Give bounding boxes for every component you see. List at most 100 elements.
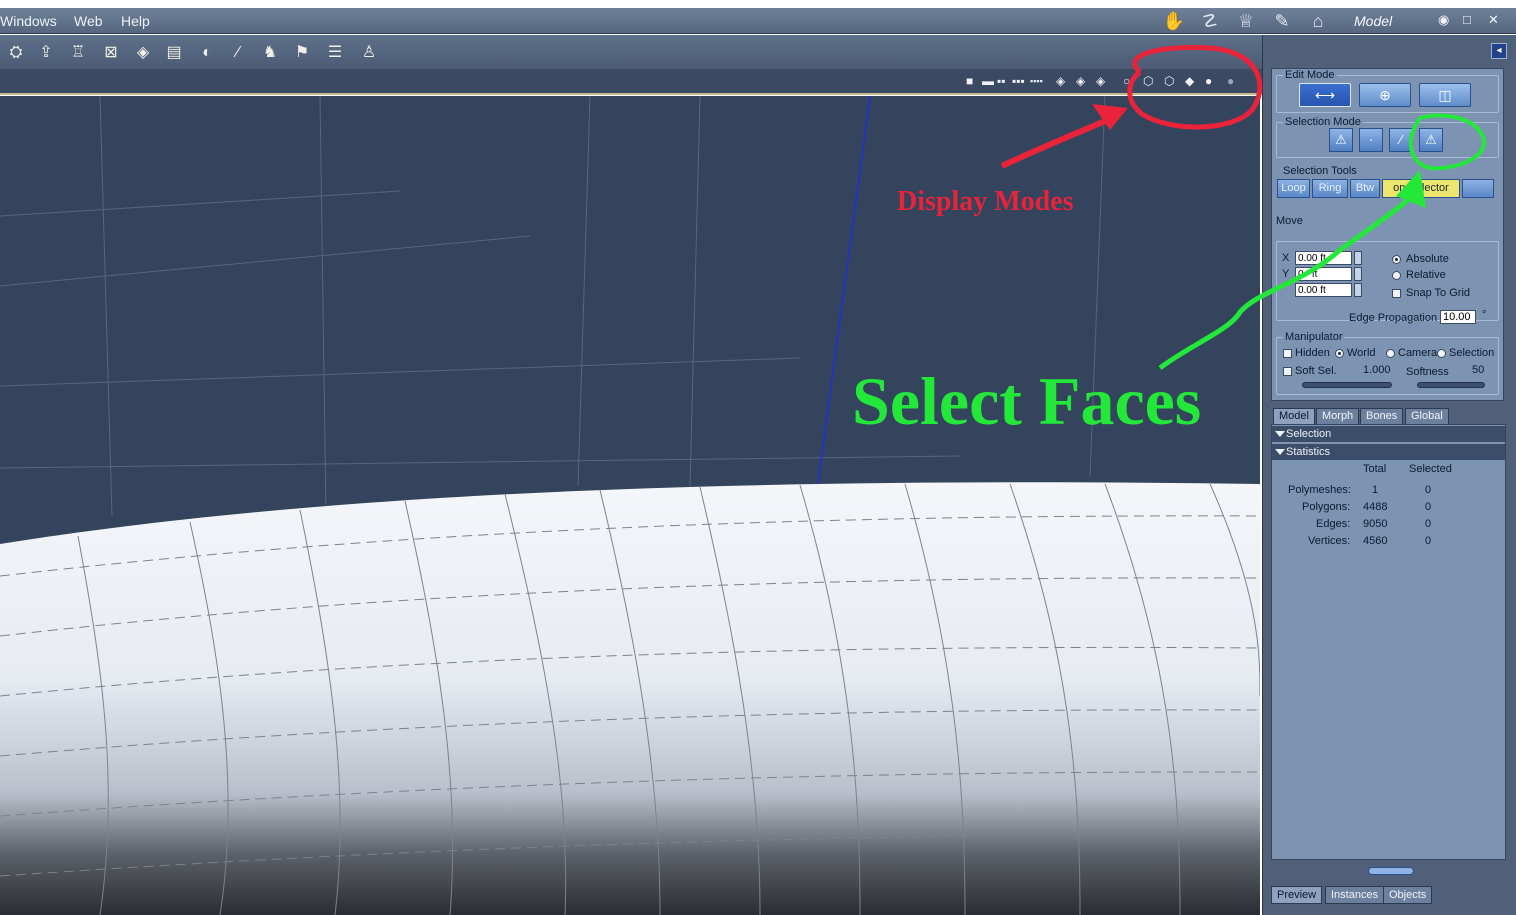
menu-web[interactable]: Web [74,13,103,29]
absolute-label: Absolute [1406,253,1449,265]
select-faces-button[interactable]: ⚠ [1419,128,1443,152]
selected-column-header: Selected [1409,463,1452,475]
edit-mode-sculpt-button[interactable]: ◫ [1419,83,1471,107]
viewport-toolbar: ■ ▬ ▪▪ ▪▪▪ ▪▪▪▪ ◈ ◈ ◈ ○ ⬡ ⬡ ◆ ● ● [0,69,1262,95]
x-field[interactable] [1295,251,1352,265]
soft-selection-slider[interactable] [1302,382,1392,388]
eye-icon[interactable]: ◉ [1438,12,1449,28]
world-radio[interactable] [1335,349,1344,358]
hidden-checkbox[interactable] [1283,349,1292,358]
arrow-icon[interactable]: ⇪ [34,42,58,64]
relative-radio[interactable] [1392,271,1401,280]
select-points-button[interactable]: · [1359,128,1383,152]
edit-mode-move-button[interactable]: ⟷ [1299,83,1351,107]
select-edges-button[interactable]: ∕ [1389,128,1413,152]
display-silhouette-icon[interactable]: ○ [1123,75,1130,88]
select-vertices-button[interactable]: ⚠ [1329,128,1353,152]
layout-three-icon[interactable]: ▪▪▪ [1012,75,1025,88]
brush-icon[interactable]: ⁄ [226,42,250,64]
display-smooth-icon[interactable]: ● [1205,75,1212,88]
tab-bones[interactable]: Bones [1360,408,1404,424]
shade-mode-2-icon[interactable]: ◈ [1076,75,1085,88]
edge-propagation-field[interactable] [1440,310,1476,324]
edge-propagation-label: Edge Propagation [1349,312,1438,324]
figure-icon[interactable]: ♞ [258,42,282,64]
soft-selection-checkbox[interactable] [1283,367,1292,376]
selection-section[interactable]: Selection [1272,426,1505,442]
edges-label: Edges: [1316,518,1351,530]
right-panel: ◂ Edit Mode ⟷ ⊕ ◫ Selection Mode ⚠ · ∕ ⚠… [1262,35,1516,915]
box-icon[interactable]: ⊠ [99,42,123,64]
display-texture-icon[interactable]: ● [1227,75,1234,88]
tab-model[interactable]: Model [1273,408,1315,424]
selection-radio[interactable] [1437,349,1446,358]
pose-icon[interactable]: ⚑ [290,42,314,64]
collapse-panel-icon[interactable]: ◂ [1491,43,1507,59]
between-button[interactable]: Btw [1350,179,1380,198]
display-flat-icon[interactable]: ◆ [1185,75,1194,88]
cube-icon[interactable]: ◈ [131,42,155,64]
snap-to-grid-label: Snap To Grid [1406,287,1471,299]
x-spinner[interactable] [1354,251,1362,265]
edit-mode-tweak-button[interactable]: ⊕ [1359,83,1411,107]
edges-total: 9050 [1363,518,1388,530]
selector-extra-button[interactable] [1462,179,1494,198]
hanger-icon[interactable]: ⌂ [1306,11,1330,31]
z-field[interactable] [1295,283,1352,297]
z-spinner[interactable] [1354,283,1362,297]
3d-viewport[interactable] [0,96,1260,915]
tab-morph[interactable]: Morph [1316,408,1360,424]
ring-button[interactable]: Ring [1312,179,1348,198]
total-column-header: Total [1363,463,1387,475]
shade-mode-3-icon[interactable]: ◈ [1096,75,1105,88]
snap-to-grid-checkbox[interactable] [1392,289,1401,298]
menu-help[interactable]: Help [121,13,150,29]
camera-radio[interactable] [1386,349,1395,358]
goblet-icon[interactable]: ♖ [66,42,90,64]
tab-objects[interactable]: Objects [1383,886,1433,904]
crown-icon[interactable]: ♕ [1234,11,1258,31]
camera-label: Camera [1398,347,1438,359]
pen-icon[interactable]: ✎ [1270,11,1294,31]
absolute-radio[interactable] [1392,255,1401,264]
tab-instances[interactable]: Instances [1325,886,1385,904]
polymeshes-selected: 0 [1425,484,1432,496]
bag-icon[interactable]: ▤ [162,42,186,64]
hand-icon[interactable]: ✋ [1162,11,1186,31]
y-field[interactable] [1295,267,1352,281]
toolbar: ⛭ ⇪ ♖ ⊠ ◈ ▤ ◐ ⁄ ♞ ⚑ ☰ ♙ [0,35,1262,69]
display-hidden-line-icon[interactable]: ⬡ [1164,75,1174,88]
prop-icon[interactable]: ♙ [357,42,381,64]
layout-split-icon[interactable]: ▬ [982,75,994,88]
tab-global[interactable]: Global [1405,408,1449,424]
selection-label: Selection [1449,347,1495,359]
tab-preview[interactable]: Preview [1271,886,1323,904]
close-icon[interactable]: ✕ [1488,12,1499,28]
menu-windows[interactable]: Windows [0,13,57,29]
display-wireframe-icon[interactable]: ⬡ [1143,75,1153,88]
polymeshes-label: Polymeshes: [1288,484,1351,496]
layout-two-icon[interactable]: ▪▪ [997,75,1006,88]
panel-divider-handle[interactable] [1368,867,1414,875]
room-label: Model [1354,13,1393,29]
y-spinner[interactable] [1354,267,1362,281]
layout-four-icon[interactable]: ▪▪▪▪ [1030,75,1043,88]
sphere-icon[interactable]: ◐ [195,42,219,64]
room-tabs: ✋ ☡ ♕ ✎ ⌂ [1162,11,1330,31]
loop-button[interactable]: Loop [1277,179,1310,198]
selector-button[interactable]: on Selector [1382,179,1460,198]
lasso-icon[interactable]: ☡ [1198,11,1222,31]
shade-mode-1-icon[interactable]: ◈ [1056,75,1065,88]
edges-selected: 0 [1425,518,1432,530]
lamp-icon[interactable]: ⛭ [4,42,28,64]
world-label: World [1347,347,1376,359]
maximize-icon[interactable]: □ [1463,12,1471,27]
camera-icon[interactable]: ☰ [323,42,347,64]
manipulator-title: Manipulator [1283,331,1345,343]
softness-value: 50 [1472,364,1485,376]
relative-label: Relative [1406,269,1446,281]
layout-single-icon[interactable]: ■ [966,75,973,88]
statistics-section[interactable]: Statistics [1272,444,1505,460]
viewport-scene [0,96,1260,915]
softness-slider[interactable] [1417,382,1485,388]
